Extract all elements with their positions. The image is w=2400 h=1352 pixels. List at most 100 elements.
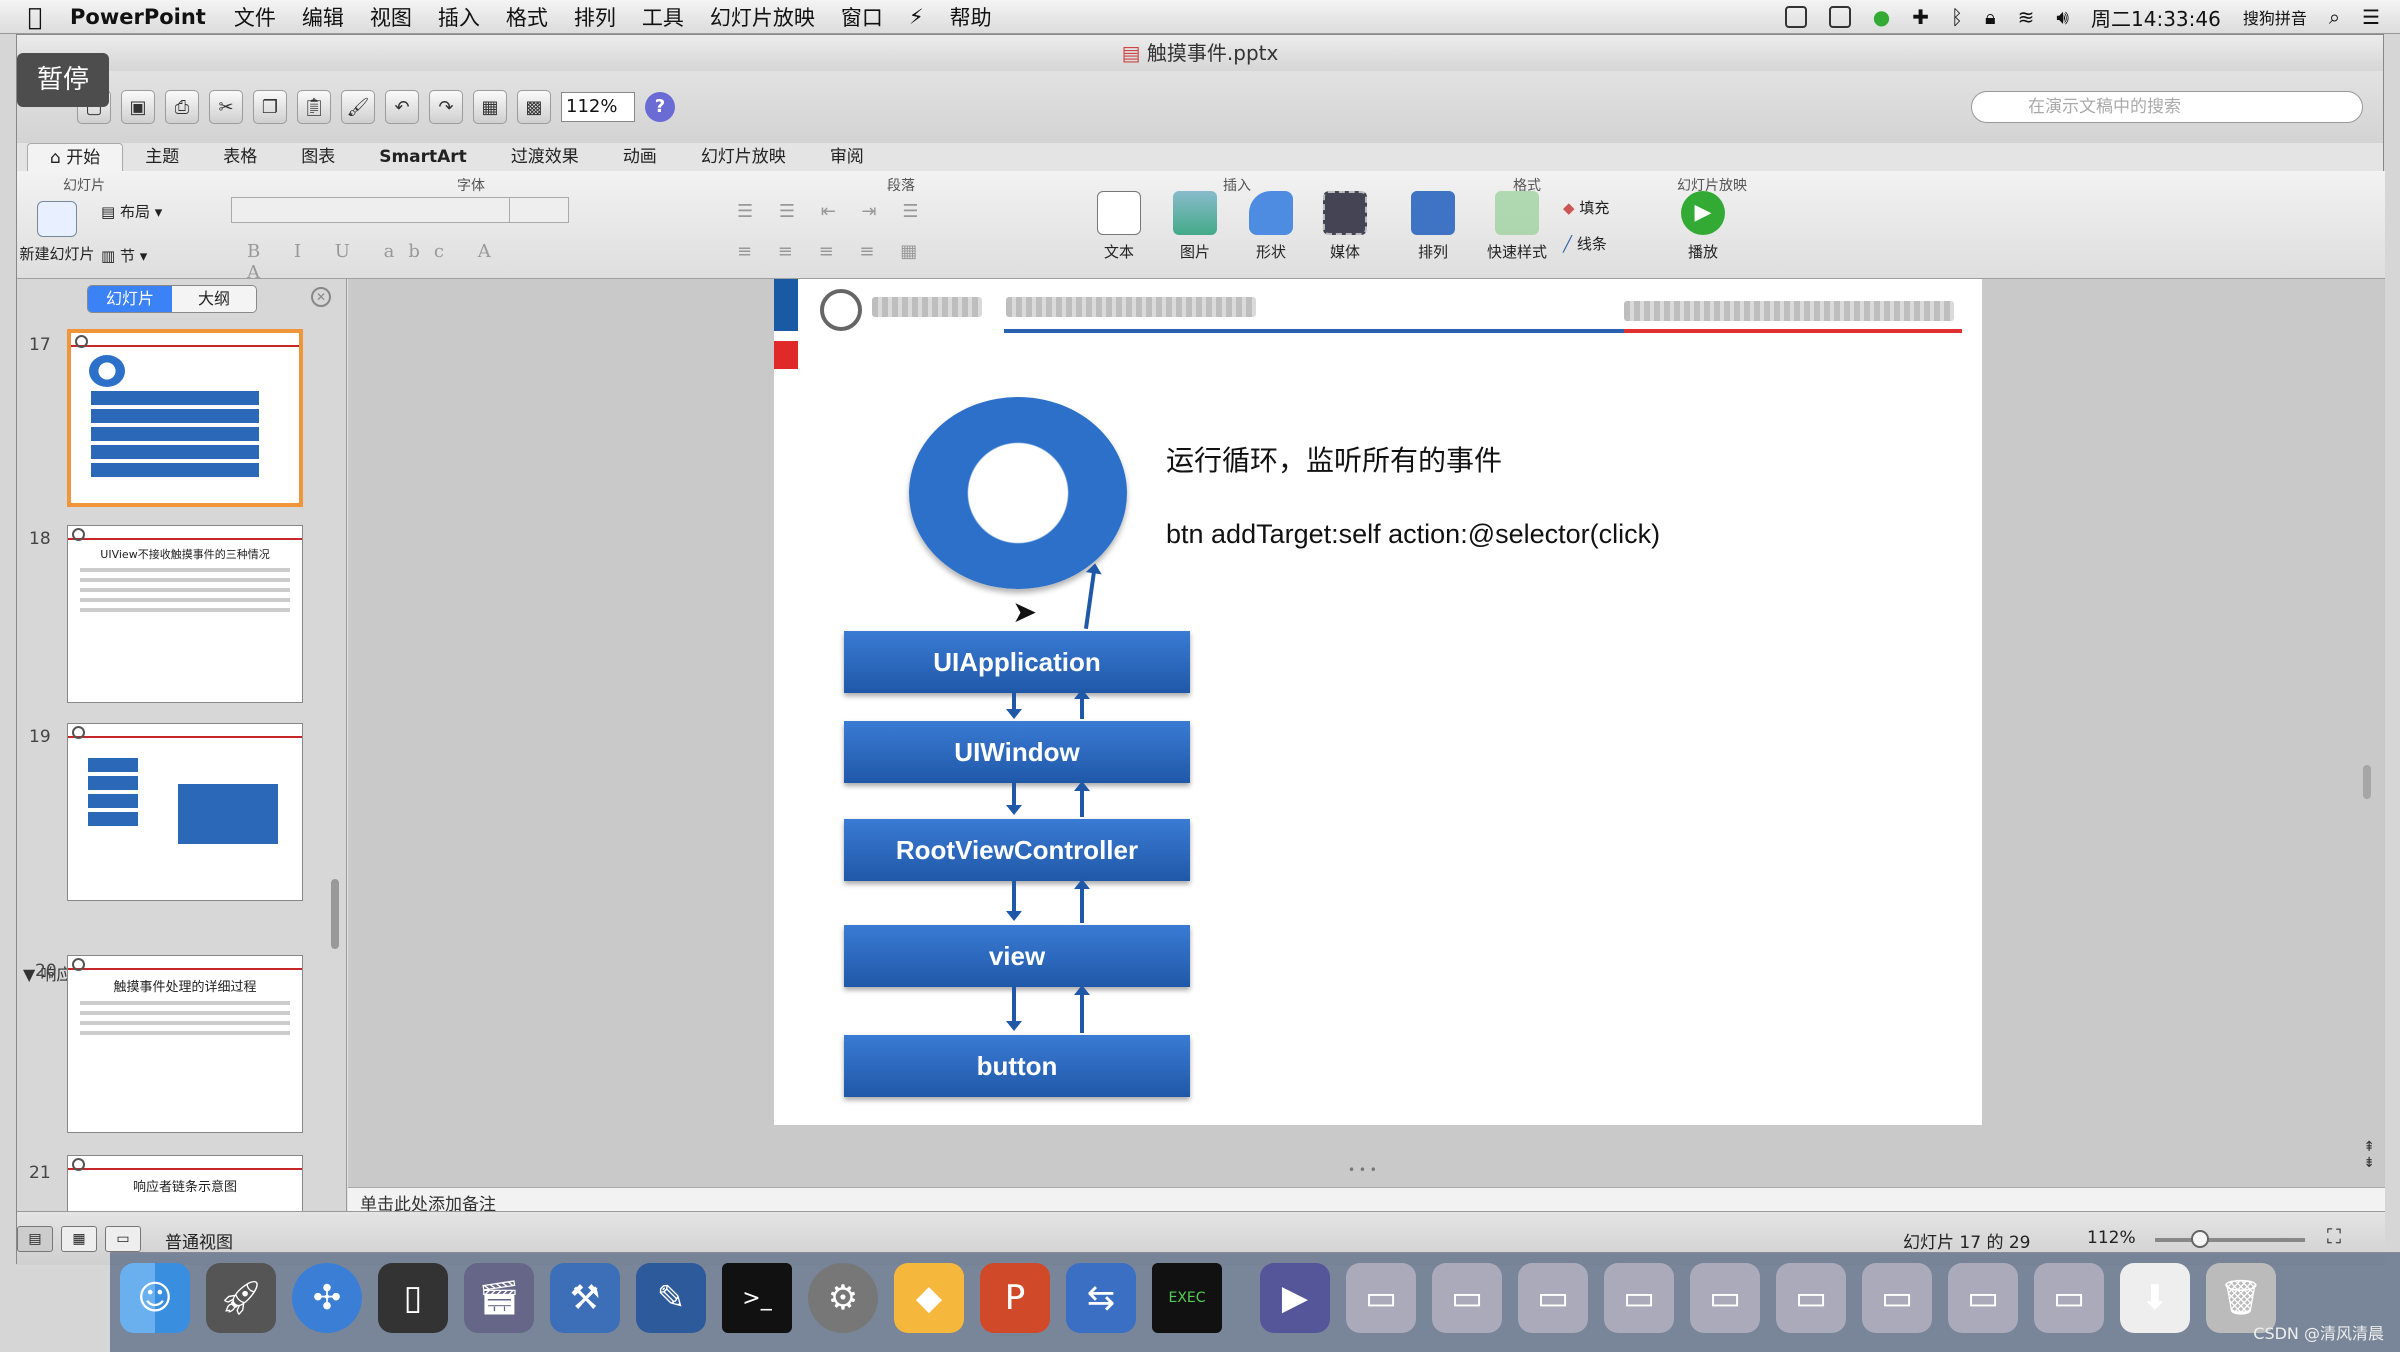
gallery-icon[interactable]: ▦ bbox=[473, 90, 507, 124]
quicktime-icon[interactable]: ▶ bbox=[1260, 1263, 1330, 1333]
paste-icon[interactable]: 📋︎ bbox=[297, 90, 331, 124]
arrange-button[interactable]: 排列 bbox=[1403, 191, 1463, 262]
notification-icon[interactable]: ☰ bbox=[2362, 5, 2380, 29]
redo-icon[interactable]: ↷ bbox=[429, 90, 463, 124]
tab-themes[interactable]: 主题 bbox=[123, 143, 201, 171]
xcode-icon[interactable]: ⚒ bbox=[550, 1263, 620, 1333]
wifi-icon[interactable]: ≋ bbox=[2018, 5, 2035, 29]
ime-label[interactable]: 搜狗拼音 bbox=[2243, 5, 2307, 29]
sync-icon[interactable]: ● bbox=[1873, 5, 1890, 29]
window-thumbnail-icon[interactable]: ▭ bbox=[1432, 1263, 1502, 1333]
undo-icon[interactable]: ↶ bbox=[385, 90, 419, 124]
terminal-icon[interactable]: >_ bbox=[722, 1263, 792, 1333]
video-app-icon[interactable]: 🎬︎ bbox=[464, 1263, 534, 1333]
pane-scrollbar[interactable] bbox=[331, 879, 339, 949]
script-icon[interactable]: ⚡ bbox=[909, 5, 924, 29]
zoom-slider[interactable] bbox=[2155, 1230, 2305, 1248]
layout-button[interactable]: ▤ 布局 ▾ bbox=[101, 201, 191, 222]
system-preferences-icon[interactable]: ⚙ bbox=[808, 1263, 878, 1333]
menu-view[interactable]: 视图 bbox=[370, 2, 412, 32]
menu-help[interactable]: 帮助 bbox=[950, 2, 992, 32]
app-name-menu[interactable]: PowerPoint bbox=[70, 5, 206, 29]
pane-tab-outline[interactable]: 大纲 bbox=[172, 286, 256, 312]
search-input[interactable]: 在演示文稿中的搜索 bbox=[1971, 91, 2363, 123]
font-size-select[interactable] bbox=[509, 197, 569, 223]
cut-icon[interactable]: ✂ bbox=[209, 90, 243, 124]
pane-tab-slides[interactable]: 幻灯片 bbox=[88, 286, 172, 312]
section-button[interactable]: ▥ 节 ▾ bbox=[101, 245, 191, 266]
font-name-select[interactable] bbox=[231, 197, 521, 223]
window-thumbnail-icon[interactable]: ▭ bbox=[1346, 1263, 1416, 1333]
slide-thumbnail[interactable]: 触摸事件处理的详细过程 bbox=[67, 955, 303, 1133]
zoom-slider-knob[interactable] bbox=[2191, 1230, 2209, 1248]
tab-review[interactable]: 审阅 bbox=[808, 143, 886, 171]
sorter-view-button[interactable]: ▦ bbox=[61, 1226, 97, 1252]
tab-charts[interactable]: 图表 bbox=[279, 143, 357, 171]
play-button[interactable]: ▶ 播放 bbox=[1673, 191, 1733, 262]
slide[interactable]: ➤ 运行循环，监听所有的事件 btn addTarget:self action… bbox=[774, 279, 1982, 1125]
new-slide-button[interactable]: 新建幻灯片 bbox=[17, 201, 97, 264]
tab-home[interactable]: ⌂ 开始 bbox=[27, 143, 124, 171]
splitter-handle[interactable]: • • • bbox=[1348, 1163, 1377, 1177]
line-button[interactable]: ╱ 线条 bbox=[1563, 233, 1653, 254]
format-painter-icon[interactable]: 🖌︎ bbox=[341, 90, 375, 124]
font-style-buttons[interactable]: B I U abc A A bbox=[247, 241, 507, 283]
slideshow-view-button[interactable]: ▭ bbox=[105, 1226, 141, 1252]
slide-thumbnail[interactable]: UIView不接收触摸事件的三种情况 bbox=[67, 525, 303, 703]
screen-mirror-icon[interactable] bbox=[1784, 6, 1807, 28]
parallels-icon[interactable]: ⇆ bbox=[1066, 1263, 1136, 1333]
toolbox-icon[interactable]: ▩ bbox=[517, 90, 551, 124]
window-thumbnail-icon[interactable]: ▭ bbox=[1776, 1263, 1846, 1333]
fill-button[interactable]: ◆ 填充 bbox=[1563, 197, 1653, 218]
notes-field[interactable]: 单击此处添加备注 bbox=[348, 1187, 2385, 1215]
window-thumbnail-icon[interactable]: ▭ bbox=[1690, 1263, 1760, 1333]
tab-tables[interactable]: 表格 bbox=[201, 143, 279, 171]
menu-arrange[interactable]: 排列 bbox=[574, 2, 616, 32]
quick-styles-button[interactable]: 快速样式 bbox=[1477, 191, 1557, 262]
help-icon[interactable]: ? bbox=[645, 92, 675, 122]
copy-icon[interactable]: ❐ bbox=[253, 90, 287, 124]
camera-icon[interactable] bbox=[1828, 6, 1851, 28]
menu-format[interactable]: 格式 bbox=[506, 2, 548, 32]
plus-icon[interactable]: ✚ bbox=[1912, 5, 1929, 29]
canvas-scrollbar[interactable] bbox=[2363, 765, 2371, 799]
window-thumbnail-icon[interactable]: ▭ bbox=[1604, 1263, 1674, 1333]
lock-icon[interactable]: 🔒︎ bbox=[1985, 5, 1996, 29]
paragraph-buttons[interactable]: ☰ ☰ ⇤ ⇥ ☰ bbox=[737, 201, 1057, 222]
print-icon[interactable]: ⎙ bbox=[165, 90, 199, 124]
window-thumbnail-icon[interactable]: ▭ bbox=[2034, 1263, 2104, 1333]
close-pane-icon[interactable]: ✕ bbox=[311, 287, 331, 307]
insert-media-button[interactable]: 媒体 bbox=[1315, 191, 1375, 262]
fit-window-icon[interactable]: ⛶ bbox=[2327, 1224, 2341, 1248]
bluetooth-icon[interactable]: ᛒ bbox=[1951, 5, 1963, 29]
slide-thumbnail[interactable] bbox=[67, 723, 303, 901]
downloads-icon[interactable]: ⬇ bbox=[2120, 1263, 2190, 1333]
slide-thumbnail[interactable]: 响应者链条示意图 bbox=[67, 1155, 303, 1211]
exec-icon[interactable]: EXEC bbox=[1152, 1263, 1222, 1333]
volume-icon[interactable]: 🔊︎ bbox=[2056, 5, 2069, 29]
slide-thumbnail[interactable] bbox=[67, 329, 303, 507]
insert-text-button[interactable]: 文本 bbox=[1089, 191, 1149, 262]
window-thumbnail-icon[interactable]: ▭ bbox=[1862, 1263, 1932, 1333]
menu-tools[interactable]: 工具 bbox=[642, 2, 684, 32]
mouse-app-icon[interactable]: ▯ bbox=[378, 1263, 448, 1333]
tab-transitions[interactable]: 过渡效果 bbox=[489, 143, 601, 171]
window-thumbnail-icon[interactable]: ▭ bbox=[1948, 1263, 2018, 1333]
pause-overlay-button[interactable]: 暂停 bbox=[17, 53, 109, 107]
menu-file[interactable]: 文件 bbox=[234, 2, 276, 32]
insert-shape-button[interactable]: 形状 bbox=[1241, 191, 1301, 262]
menu-edit[interactable]: 编辑 bbox=[302, 2, 344, 32]
window-thumbnail-icon[interactable]: ▭ bbox=[1518, 1263, 1588, 1333]
spotlight-icon[interactable]: ⌕ bbox=[2329, 5, 2340, 29]
menu-window[interactable]: 窗口 bbox=[841, 2, 883, 32]
clock[interactable]: 周二14:33:46 bbox=[2091, 3, 2221, 32]
tab-slideshow[interactable]: 幻灯片放映 bbox=[679, 143, 808, 171]
menu-slideshow[interactable]: 幻灯片放映 bbox=[710, 2, 815, 32]
finder-icon[interactable]: ☺ bbox=[120, 1263, 190, 1333]
zoom-select[interactable]: 112% bbox=[561, 92, 635, 122]
normal-view-button[interactable]: ▤ bbox=[17, 1226, 53, 1252]
safari-icon[interactable]: ✣ bbox=[292, 1263, 362, 1333]
save-icon[interactable]: ▣ bbox=[121, 90, 155, 124]
launchpad-icon[interactable]: 🚀︎ bbox=[206, 1263, 276, 1333]
alignment-buttons[interactable]: ≡ ≡ ≡ ≡ ▦ bbox=[737, 241, 1057, 262]
